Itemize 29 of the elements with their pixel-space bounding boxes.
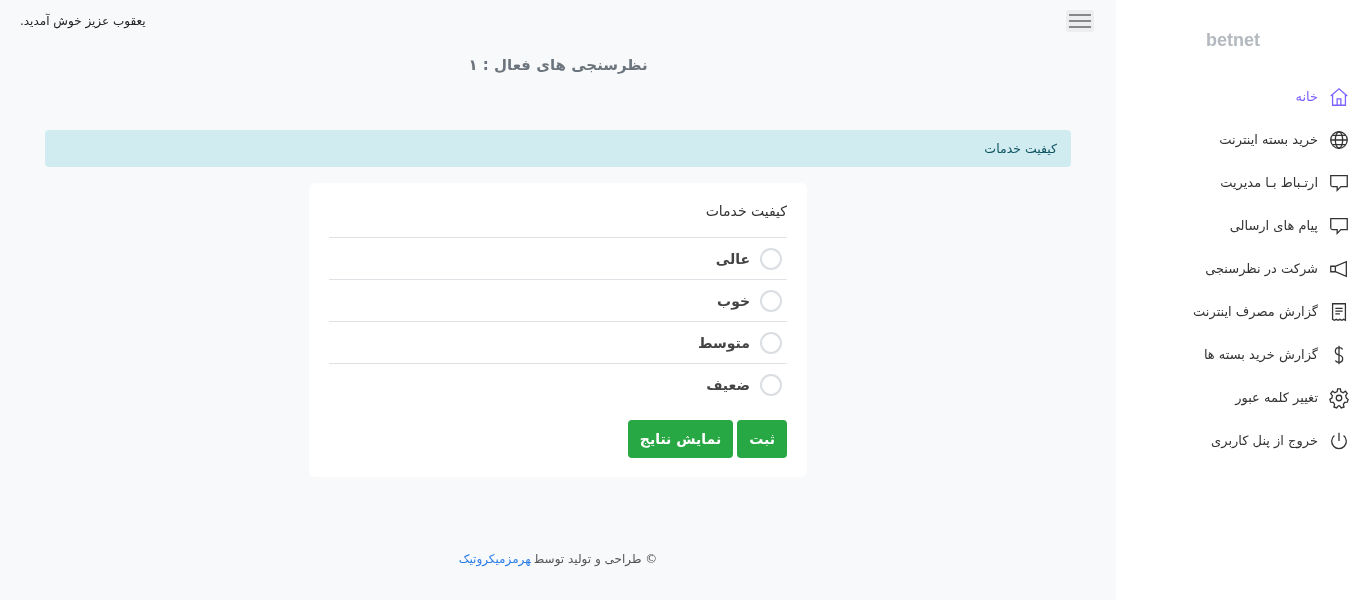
sidebar-item[interactable]: خرید بسته اینترنت	[1116, 118, 1350, 161]
page-title: نظرسنجی های فعال : ۱	[467, 56, 649, 74]
sidebar-item[interactable]: گزارش خرید بسته ها	[1116, 333, 1350, 376]
globe-icon	[1328, 128, 1350, 151]
radio-button[interactable]	[760, 289, 782, 312]
sidebar-item[interactable]: گزارش مصرف اینترنت	[1116, 290, 1350, 333]
footer-link[interactable]: هرمزمیکروتیک	[458, 552, 531, 566]
logo: betnet	[1206, 30, 1260, 51]
option-label: ضعیف	[706, 376, 750, 393]
alert-banner: کیفیت خدمات	[45, 130, 1071, 167]
sidebar-item[interactable]: شرکت در نظرسنجی	[1116, 247, 1350, 290]
option-label: عالی	[715, 250, 750, 267]
option-label: متوسط	[698, 334, 750, 351]
poll-question: کیفیت خدمات	[704, 203, 787, 219]
settings-icon	[1328, 386, 1350, 409]
footer-text: © طراحی و تولید توسط	[534, 552, 658, 566]
radio-button[interactable]	[760, 247, 782, 270]
sidebar-item[interactable]: خانه	[1116, 75, 1350, 118]
sidebar-item[interactable]: خروج از پنل کاربری	[1116, 419, 1350, 462]
radio-button[interactable]	[760, 373, 782, 396]
menu-button[interactable]	[1066, 10, 1094, 32]
sidebar-item[interactable]: ارتـباط بـا مدیریت	[1116, 161, 1350, 204]
menu-icon	[1069, 14, 1091, 28]
home-icon	[1328, 85, 1350, 108]
option-label: خوب	[717, 292, 750, 309]
sidebar-item[interactable]: پیام های ارسالی	[1116, 204, 1350, 247]
sidebar-item[interactable]: تغییر کلمه عبور	[1116, 376, 1350, 419]
radio-button[interactable]	[760, 331, 782, 354]
welcome-text: یعقوب عزیز خوش آمدید.	[20, 14, 146, 28]
